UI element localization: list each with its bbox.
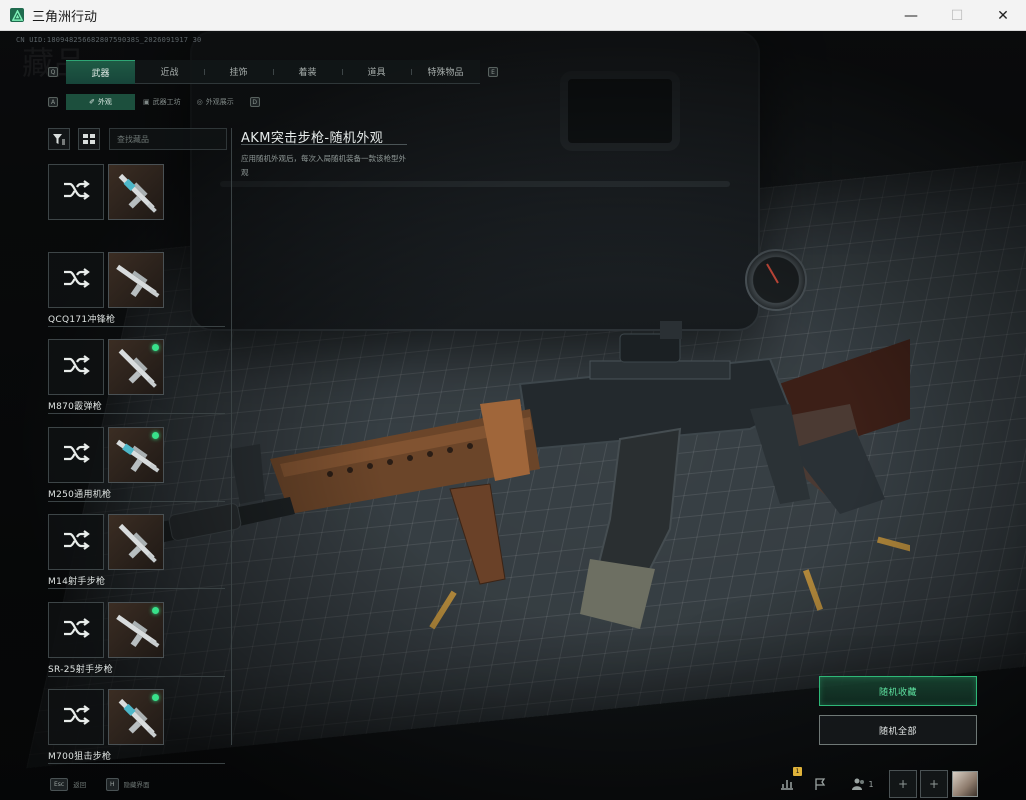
showcase-icon: ◎	[196, 98, 203, 106]
subtab-label: 外观	[97, 98, 112, 106]
weapon-name: SR-25射手步枪	[48, 664, 114, 675]
team-count: 1	[868, 779, 874, 789]
workshop-icon: ▣	[143, 98, 150, 106]
weapon-name: M250通用机枪	[48, 489, 112, 500]
weapon-divider	[48, 675, 225, 677]
hide-ui-hint[interactable]: H 隐藏界面	[106, 776, 150, 792]
emote-button[interactable]	[806, 770, 834, 798]
skin-thumbnail[interactable]	[108, 251, 164, 308]
filter-button[interactable]	[48, 128, 70, 150]
back-hint[interactable]: Esc 返回	[50, 776, 86, 792]
title-divider	[241, 144, 407, 145]
random-all-button[interactable]: 随机全部	[819, 715, 977, 745]
skin-thumbnail[interactable]	[108, 689, 164, 745]
random-skin-button[interactable]	[48, 601, 104, 658]
esc-key: Esc	[50, 777, 69, 791]
prev-subtab-key-hint[interactable]: A	[48, 97, 58, 107]
shuffle-icon	[62, 267, 90, 293]
weapon-name: M14射手步枪	[48, 577, 106, 587]
search-input[interactable]: 查找藏品	[109, 128, 227, 150]
next-tab-key-hint[interactable]: E	[488, 67, 498, 77]
random-skin-button[interactable]	[48, 339, 104, 395]
player-uid: CN UID:18094825668280759038S_2026091917 …	[16, 36, 202, 44]
new-indicator-dot	[152, 694, 159, 701]
weapon-name: M700狙击步枪	[48, 752, 112, 762]
next-subtab-key-hint[interactable]: D	[249, 97, 260, 107]
random-skin-button[interactable]	[48, 514, 104, 570]
window-titlebar: 三角洲行动 — ☐ ✕	[0, 0, 1026, 31]
bar-chart-icon	[781, 780, 793, 790]
h-key: H	[106, 777, 119, 791]
add-friend-slot-1[interactable]: +	[889, 770, 917, 798]
skin-thumbnail[interactable]	[108, 514, 164, 570]
subtab-appearance[interactable]: ✐ 外观	[66, 94, 135, 110]
minimize-button[interactable]: —	[888, 0, 934, 31]
shuffle-icon	[62, 179, 90, 205]
skin-thumbnail[interactable]	[108, 426, 164, 483]
maximize-button[interactable]: ☐	[934, 0, 980, 31]
skin-thumbnail[interactable]	[108, 339, 164, 395]
weapon-divider	[48, 500, 225, 502]
grid-icon	[83, 134, 95, 144]
weapon-divider	[48, 763, 225, 764]
app-logo-icon	[10, 8, 24, 22]
tab-outfits[interactable]: 着装	[273, 60, 342, 84]
main-tabs-strip: 武器 近战 挂饰 着装 道具 特殊物品	[66, 59, 480, 84]
selected-skin-description: 应用随机外观后，每次入局随机装备一款该枪型外观	[241, 154, 406, 177]
flag-icon	[815, 778, 826, 790]
new-indicator-dot	[152, 344, 159, 351]
shuffle-icon	[62, 529, 90, 555]
tab-special-items[interactable]: 特殊物品	[411, 60, 480, 84]
shuffle-icon	[62, 617, 90, 643]
hide-ui-label: 隐藏界面	[123, 781, 150, 789]
subtab-weapon-workshop[interactable]: ▣ 武器工坊	[135, 94, 189, 110]
brush-icon: ✐	[89, 98, 95, 106]
sub-tabs-strip: ✐ 外观 ▣ 武器工坊 ◎ 外观展示	[66, 94, 242, 110]
prev-tab-key-hint[interactable]: Q	[48, 67, 58, 77]
shuffle-icon	[62, 442, 90, 468]
back-label: 返回	[73, 781, 87, 789]
tab-charms[interactable]: 挂饰	[204, 60, 273, 84]
add-friend-slot-2[interactable]: +	[920, 770, 948, 798]
shuffle-icon	[62, 704, 90, 730]
tab-weapons[interactable]: 武器	[66, 59, 135, 84]
close-button[interactable]: ✕	[980, 0, 1026, 31]
plus-icon: +	[928, 777, 940, 791]
random-skin-button[interactable]	[48, 164, 104, 220]
subtab-label: 武器工坊	[152, 98, 181, 106]
panel-divider	[231, 128, 232, 745]
subtab-label: 外观展示	[205, 98, 234, 106]
sub-category-tabs: A ✐ 外观 ▣ 武器工坊 ◎ 外观展示 D	[48, 94, 260, 110]
tab-melee[interactable]: 近战	[135, 60, 204, 84]
random-skin-button[interactable]	[48, 689, 104, 745]
player-avatar[interactable]	[952, 771, 978, 797]
window-title: 三角洲行动	[32, 9, 98, 25]
random-skin-button[interactable]	[48, 251, 104, 308]
random-favorite-button[interactable]: 随机收藏	[819, 676, 977, 706]
weapon-name: M870霰弹枪	[48, 402, 103, 412]
new-indicator-dot	[152, 606, 159, 614]
weapon-divider	[48, 325, 225, 327]
weapon-name: QCQ171冲锋枪	[48, 314, 116, 325]
notification-badge: 1	[793, 767, 802, 776]
filter-icon	[53, 134, 65, 145]
new-indicator-dot	[152, 431, 159, 439]
subtab-appearance-showcase[interactable]: ◎ 外观展示	[189, 94, 242, 110]
window-controls: — ☐ ✕	[888, 0, 1026, 31]
tab-props[interactable]: 道具	[342, 60, 411, 84]
random-skin-button[interactable]	[48, 426, 104, 483]
skin-thumbnail[interactable]	[108, 164, 164, 220]
team-button[interactable]: 1	[846, 770, 880, 798]
plus-icon: +	[897, 777, 909, 791]
shuffle-icon	[62, 354, 90, 380]
grid-view-button[interactable]	[78, 128, 100, 150]
main-category-tabs: Q 武器 近战 挂饰 着装 道具 特殊物品 E	[48, 59, 498, 84]
weapon-divider	[48, 588, 225, 589]
skin-thumbnail[interactable]	[108, 601, 164, 658]
team-icon	[852, 778, 865, 790]
weapon-divider	[48, 413, 225, 414]
